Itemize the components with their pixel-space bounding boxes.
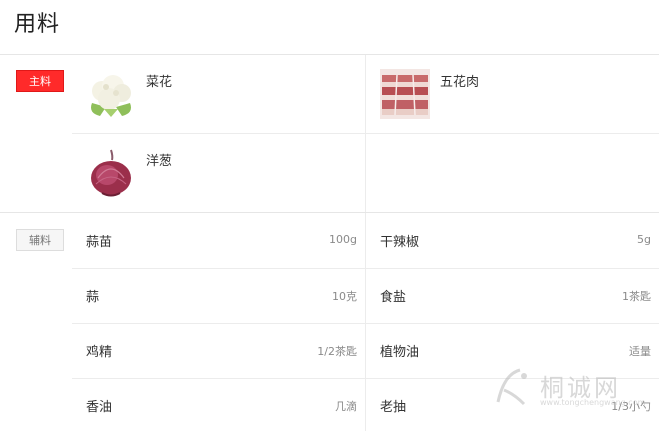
ingredient-name[interactable]: 香油 [86,396,112,415]
ingredient-quantity: 10克 [332,290,357,303]
aux-ingredient-row: 植物油 适量 [366,323,659,378]
aux-ingredients-badge: 辅料 [16,229,64,251]
aux-ingredient-row: 食盐 1茶匙 [366,268,659,323]
pork-belly-image[interactable] [380,69,430,119]
ingredient-name[interactable]: 蒜 [86,286,99,305]
ingredient-quantity: 几滴 [335,400,357,413]
aux-ingredient-row: 老抽 1/3小勺 [366,378,659,433]
main-ingredients-badge: 主料 [16,70,64,92]
page-title: 用料 [14,12,61,37]
ingredient-name[interactable]: 蒜苗 [86,231,112,250]
ingredient-quantity: 100g [329,233,357,246]
ingredient-name[interactable]: 鸡精 [86,341,112,360]
ingredient-name[interactable]: 干辣椒 [380,231,419,250]
ingredient-name[interactable]: 植物油 [380,341,419,360]
onion-image[interactable] [86,148,136,198]
ingredient-card[interactable]: 五花肉 [366,55,656,133]
ingredient-card[interactable]: 洋葱 [72,134,362,212]
aux-ingredient-row: 香油 几滴 [72,378,365,433]
ingredient-card[interactable]: 菜花 [72,55,362,133]
ingredient-quantity: 5g [637,233,651,246]
ingredient-name[interactable]: 洋葱 [146,150,172,169]
aux-ingredient-row: 蒜 10克 [72,268,365,323]
cauliflower-image[interactable] [86,69,136,119]
ingredient-quantity: 适量 [629,345,651,358]
aux-ingredient-row: 蒜苗 100g [72,213,365,268]
ingredient-quantity: 1/2茶匙 [317,345,357,358]
ingredient-name[interactable]: 菜花 [146,71,172,90]
aux-ingredient-row: 干辣椒 5g [366,213,659,268]
ingredient-quantity: 1茶匙 [622,290,651,303]
aux-ingredient-row: 鸡精 1/2茶匙 [72,323,365,378]
ingredient-name[interactable]: 老抽 [380,396,406,415]
ingredient-name[interactable]: 食盐 [380,286,406,305]
ingredient-name[interactable]: 五花肉 [440,71,479,90]
ingredient-quantity: 1/3小勺 [611,400,651,413]
